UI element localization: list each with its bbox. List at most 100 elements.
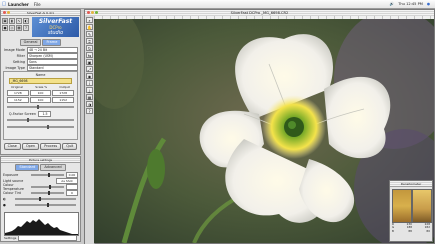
saturation-row: ● (3, 202, 78, 207)
preview-title: SilverFast DCPro _MG_6698.CR2 (230, 11, 289, 15)
colour-temp-slider[interactable] (31, 184, 64, 189)
colour-tint-field[interactable]: 0 (66, 189, 78, 196)
histogram-icon[interactable]: ▮ (9, 18, 15, 24)
densitometer-panel: Densitometer R 230 228 G 188 182 B 88 80 (389, 180, 433, 242)
tool-palette: SilverFast Ai 6.4r1 ▣ ▮ ∿ ◐ ● ◇ ▦ ? Silv… (0, 9, 81, 155)
exposure-row: Exposure 0.00 (3, 171, 78, 178)
tool-icons: ▣ ▮ ∿ ◐ ● ◇ ▦ ? (1, 16, 31, 38)
close-dot-icon[interactable] (3, 11, 6, 14)
window-zoom-icon[interactable] (95, 11, 98, 14)
sharpness-icon: ◐ (3, 196, 6, 201)
image-mode-row: Image Mode 48 → 24 Bit (3, 46, 78, 53)
scale-width-field[interactable]: 100 (29, 90, 52, 96)
palette-title: SilverFast Ai 6.4r1 (26, 10, 55, 15)
mirror-icon[interactable]: ⇆ (86, 52, 93, 58)
qfactor-slider-row (7, 117, 74, 123)
sharpness-slider[interactable] (15, 196, 76, 201)
qfactor-field[interactable]: 1.5 (38, 110, 51, 117)
descreen-icon[interactable]: ▦ (16, 25, 22, 31)
tab-standard[interactable]: Standard (15, 164, 40, 171)
sharpness-row: ◐ (3, 196, 78, 201)
info-icon[interactable]: i (86, 80, 93, 86)
setting-row: Setting Sans (3, 58, 78, 65)
process-button[interactable]: Process (40, 143, 62, 150)
frame-name-field[interactable]: _MG_6698 (9, 78, 72, 84)
colour-tint-slider[interactable] (31, 190, 64, 195)
gradation-icon[interactable]: ∿ (16, 18, 22, 24)
crop-icon[interactable]: ⌗ (86, 38, 93, 44)
hand-icon[interactable]: ✋ (86, 24, 93, 30)
resolution-slider-row (7, 124, 74, 130)
fit-icon[interactable]: ⤢ (86, 66, 93, 72)
exposure-slider[interactable] (31, 172, 64, 177)
clock[interactable]: Thu 12:45 PM (398, 2, 423, 6)
settings-label: Settings (4, 236, 17, 240)
tab-general[interactable]: General (19, 39, 42, 46)
menu-file[interactable]: File (34, 2, 41, 7)
output-width-field[interactable]: 1728 (52, 90, 75, 96)
after-swatch (412, 189, 432, 223)
preview-window: SilverFast DCPro _MG_6698.CR2 ⌕ ✋ ✎ ⌗ ↻ … (84, 9, 435, 244)
histogram (4, 212, 79, 236)
scale-height-field[interactable]: 100 (29, 97, 52, 103)
before-swatch (392, 189, 412, 223)
window-minimize-icon[interactable] (91, 11, 94, 14)
scale-slider[interactable] (7, 105, 74, 109)
frame-settings: Name _MG_6698 Original Scale % Output 17… (3, 71, 78, 140)
col-output: Output (59, 85, 70, 89)
picture-settings-panel: Picture settings Standard Advanced Expos… (0, 156, 81, 242)
resolution-slider[interactable] (7, 125, 74, 129)
saturation-slider[interactable] (15, 202, 76, 207)
minimize-dot-icon[interactable] (7, 11, 10, 14)
colour-tint-row: Colour Tint 0 (3, 189, 78, 196)
palette-titlebar[interactable]: SilverFast Ai 6.4r1 (1, 10, 80, 16)
colour-temp-row: Colour Temperature (3, 183, 78, 191)
menu-app-name[interactable]: Launcher (8, 2, 29, 7)
window-close-icon[interactable] (87, 11, 90, 14)
image-type-select[interactable]: Standard (27, 64, 78, 71)
filter-row: Filter Sharpen (USM) (3, 52, 78, 59)
densitometer-icon[interactable]: ◉ (86, 73, 93, 79)
zoom-icon[interactable]: ⌕ (86, 17, 93, 23)
volume-icon[interactable]: 🔊 (390, 2, 394, 6)
color-correction-icon[interactable]: ◐ (23, 18, 29, 24)
original-height-field[interactable]: 1152 (7, 97, 29, 103)
settings-select[interactable] (18, 235, 77, 241)
silverfast-logo: SilverFast DCPro studio (32, 17, 79, 37)
tab-frame[interactable]: Frame (42, 39, 62, 46)
close-button[interactable]: Close (3, 143, 21, 150)
spotlight-icon[interactable]: ● (427, 2, 430, 6)
help-icon[interactable]: ? (86, 108, 93, 114)
original-width-field[interactable]: 1728 (7, 90, 29, 96)
menu-bar:  Launcher File 🔊 Thu 12:45 PM ● (0, 0, 435, 9)
image-type-row: Image Type Standard (3, 64, 78, 71)
expert-icon[interactable]: ? (23, 25, 29, 31)
qfactor-slider[interactable] (7, 118, 74, 122)
col-scale: Scale % (35, 85, 48, 89)
frame-name-header: Name (35, 73, 46, 77)
grid-icon[interactable]: ▦ (86, 94, 93, 100)
scale-slider-row (7, 104, 74, 110)
col-original: Original (11, 85, 23, 89)
ruler-icon[interactable]: ⟂ (86, 87, 93, 93)
apple-menu-icon[interactable]:  (0, 1, 8, 7)
densitometer-titlebar[interactable]: Densitometer (390, 181, 432, 187)
color-icon[interactable]: ◑ (86, 101, 93, 107)
densitometer-title: Densitometer (400, 181, 422, 186)
picture-settings-title: Picture settings (28, 157, 53, 162)
tab-advanced[interactable]: Advanced (40, 164, 66, 171)
scanner-icon[interactable]: ▣ (2, 18, 8, 24)
selective-color-icon[interactable]: ● (2, 25, 8, 31)
eyedropper-icon[interactable]: ✎ (86, 31, 93, 37)
photo-preview[interactable] (94, 19, 434, 243)
rotate-icon[interactable]: ↻ (86, 45, 93, 51)
density-values: R 230 228 G 188 182 B 88 80 (392, 222, 430, 233)
quit-button[interactable]: Quit (62, 143, 78, 150)
usm-icon[interactable]: ◇ (9, 25, 15, 31)
qfactor-label: Q-Factor Screen (8, 111, 36, 116)
prescan-icon[interactable]: ▣ (86, 59, 93, 65)
open-button[interactable]: Open (22, 143, 40, 150)
output-height-field[interactable]: 1152 (52, 97, 75, 103)
saturation-icon: ● (3, 202, 6, 207)
picture-settings-titlebar[interactable]: Picture settings (1, 157, 80, 163)
